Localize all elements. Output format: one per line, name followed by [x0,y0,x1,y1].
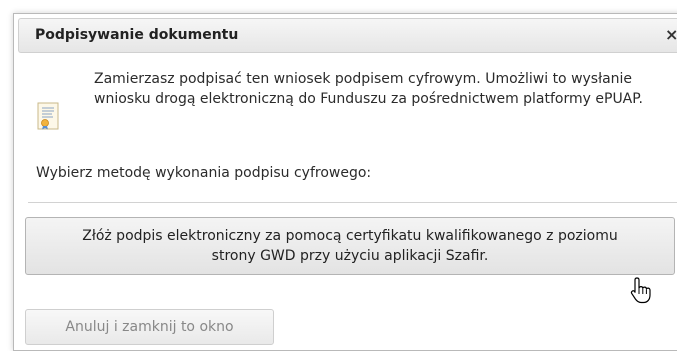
dialog-message: Zamierzasz podpisać ten wniosek podpisem… [94,71,643,107]
signing-dialog: Podpisywanie dokumentu × Zamierzasz podp… [13,13,677,351]
certificate-document-icon [37,102,59,130]
close-icon[interactable]: × [665,25,677,44]
hand-pointer-icon [630,277,651,304]
sign-with-szafir-button[interactable]: Złóż podpis elektroniczny za pomocą cert… [25,217,675,275]
cancel-button[interactable]: Anuluj i zamknij to okno [25,309,274,345]
divider [28,202,677,203]
signing-method-prompt: Wybierz metodę wykonania podpisu cyfrowe… [36,165,372,181]
dialog-title: Podpisywanie dokumentu [35,27,239,43]
dialog-titlebar: Podpisywanie dokumentu × [18,18,677,53]
